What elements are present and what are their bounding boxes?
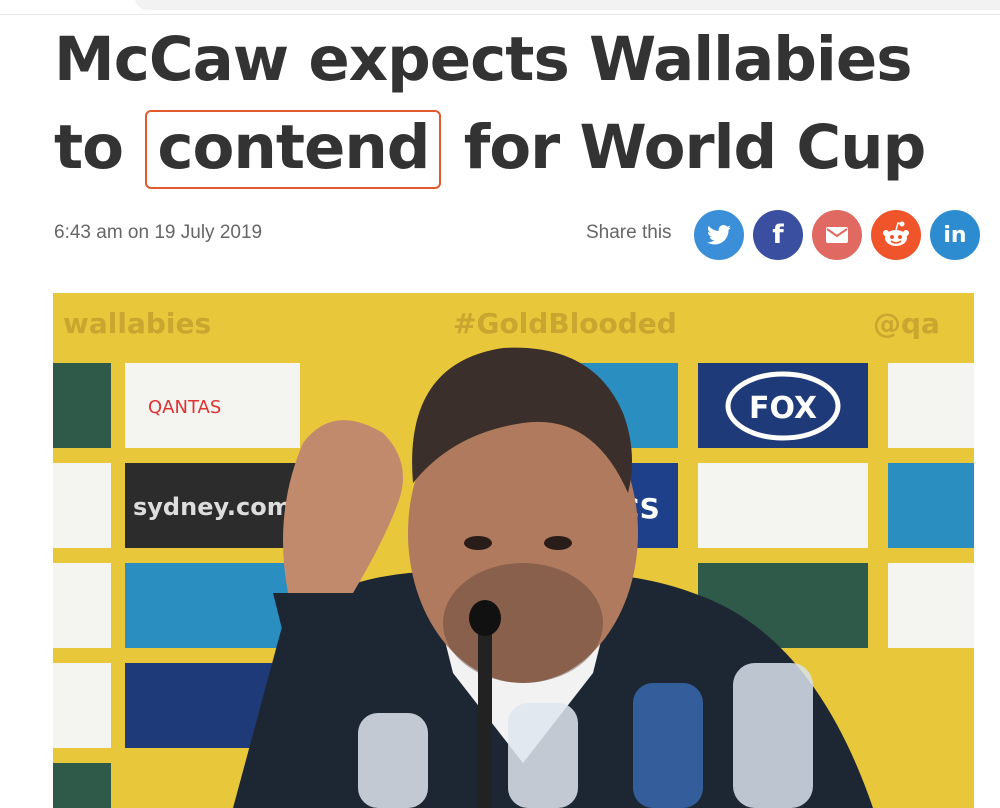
publish-timestamp: 6:43 am on 19 July 2019	[54, 222, 263, 243]
backdrop-text-handle: @qa	[873, 307, 940, 340]
headline-text-end: for World Cup	[463, 112, 927, 183]
article-headline: McCaw expects Wallabies to contend for W…	[54, 16, 984, 192]
sponsor-fox: FOX	[749, 391, 817, 426]
browser-address-bar	[135, 0, 1000, 10]
email-icon	[826, 227, 848, 243]
email-share-button[interactable]	[812, 210, 862, 260]
facebook-share-button[interactable]: f	[753, 210, 803, 260]
linkedin-share-button[interactable]: in	[930, 210, 980, 260]
twitter-share-button[interactable]	[694, 210, 744, 260]
press-conference-image: wallabies #GoldBlooded @qa QANTAS FOX sy…	[53, 293, 974, 808]
sponsor-qantas-1: QANTAS	[148, 397, 221, 418]
reddit-icon	[883, 221, 909, 246]
article-photo: wallabies #GoldBlooded @qa QANTAS FOX sy…	[53, 293, 974, 808]
facebook-icon: f	[772, 220, 784, 250]
sponsor-sydney: sydney.com	[133, 493, 292, 521]
backdrop-text-hashtag: #GoldBlooded	[453, 307, 677, 340]
share-buttons: f in	[694, 210, 980, 260]
twitter-icon	[707, 225, 731, 245]
backdrop-text-wallabies: wallabies	[63, 307, 211, 340]
header-divider	[0, 14, 1000, 15]
highlighted-word: contend	[145, 110, 442, 189]
share-label: Share this	[586, 222, 672, 243]
reddit-share-button[interactable]	[871, 210, 921, 260]
linkedin-icon: in	[943, 222, 967, 248]
